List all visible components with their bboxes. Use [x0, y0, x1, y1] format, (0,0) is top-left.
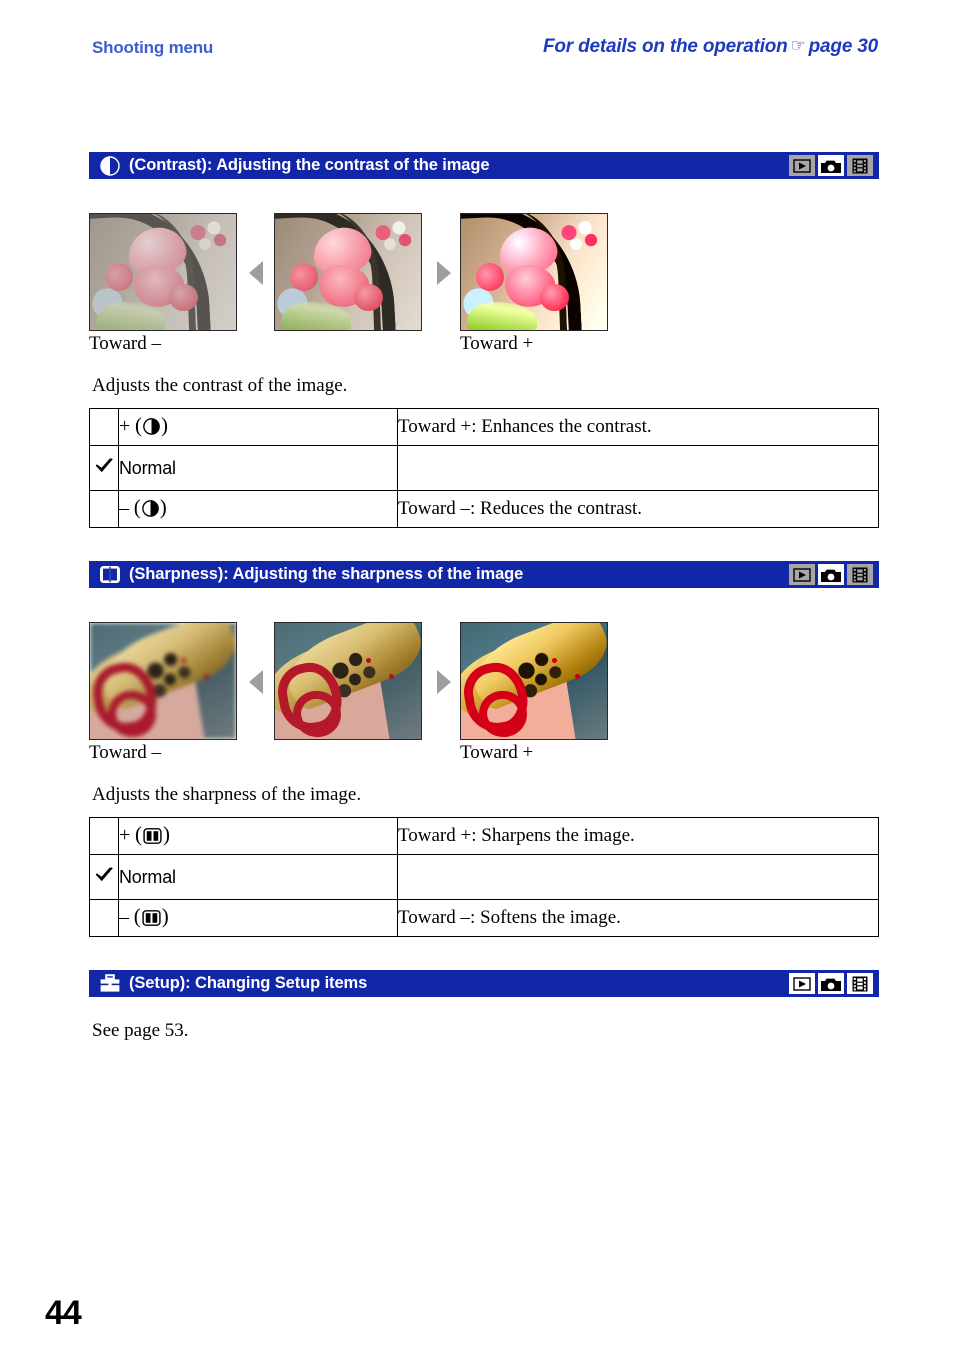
table-row: + () Toward +: Enhances the contrast. [89, 408, 879, 446]
thumbnail-contrast-minus [89, 213, 237, 331]
playback-mode-icon [789, 973, 815, 994]
running-head-right-post: page 30 [808, 36, 879, 57]
playback-mode-icon [789, 155, 815, 176]
sharpness-icon [99, 564, 121, 586]
playback-mode-icon [789, 564, 815, 585]
running-head-right-pre: For details on the operation [543, 36, 788, 57]
thumbnail-row-sharpness [89, 622, 879, 740]
option-label-normal: Normal [118, 445, 398, 491]
checkmark-icon [95, 867, 113, 882]
paren-close: ) [159, 495, 167, 519]
running-head-left: Shooting menu [92, 38, 214, 57]
check-cell-default [89, 445, 119, 491]
option-label-minus: – () [118, 490, 398, 528]
plus-sign: + [119, 415, 131, 437]
section-title-contrast: (Contrast): Adjusting the contrast of th… [129, 156, 490, 174]
mode-icons-contrast [789, 155, 873, 176]
option-label-normal: Normal [118, 854, 398, 900]
thumbnail-sharpness-normal [274, 622, 422, 740]
option-label-plus: + () [118, 408, 398, 446]
mode-icons-setup [789, 973, 873, 994]
options-table-sharpness: + () Toward +: Sharpens the image. Norma… [89, 817, 879, 937]
movie-mode-icon [847, 155, 873, 176]
option-desc-normal [397, 854, 879, 900]
section-header-contrast: (Contrast): Adjusting the contrast of th… [89, 152, 879, 179]
option-label-minus: – () [118, 899, 398, 937]
option-desc-plus: Toward +: Sharpens the image. [397, 817, 879, 855]
check-cell [89, 408, 119, 446]
minus-sign: – [119, 497, 129, 519]
thumbnail-contrast-plus [460, 213, 608, 331]
running-head-right: For details on the operation ☞ page 30 [543, 36, 878, 58]
minus-sign: – [119, 906, 129, 928]
caption-sharpness-minus: Toward – [89, 742, 162, 763]
check-cell [89, 490, 119, 528]
paren-open: ( [135, 822, 143, 846]
contrast-icon [99, 155, 121, 177]
page-number: 44 [45, 1294, 82, 1332]
table-row: Normal [89, 854, 879, 900]
check-cell-default [89, 854, 119, 900]
option-desc-plus: Toward +: Enhances the contrast. [397, 408, 879, 446]
thumbnail-row-contrast [89, 213, 879, 331]
options-table-contrast: + () Toward +: Enhances the contrast. No… [89, 408, 879, 528]
thumbnail-sharpness-plus [460, 622, 608, 740]
option-desc-minus: Toward –: Softens the image. [397, 899, 879, 937]
paren-close: ) [161, 904, 169, 928]
option-desc-minus: Toward –: Reduces the contrast. [397, 490, 879, 528]
movie-mode-icon [847, 973, 873, 994]
section-header-sharpness: (Sharpness): Adjusting the sharpness of … [89, 561, 879, 588]
sharpness-icon [142, 910, 161, 932]
paren-close: ) [161, 413, 169, 437]
table-row: – () Toward –: Reduces the contrast. [89, 490, 879, 528]
camera-mode-icon [818, 564, 844, 585]
table-row: Normal [89, 445, 879, 491]
arrow-right-icon-contrast [437, 261, 451, 285]
arrow-left-icon-contrast [249, 261, 263, 285]
arrow-right-icon-sharpness [437, 670, 451, 694]
paren-open: ( [133, 904, 141, 928]
caption-contrast-plus: Toward + [460, 333, 534, 354]
checkmark-icon [95, 458, 113, 473]
option-desc-normal [397, 445, 879, 491]
mode-icons-sharpness [789, 564, 873, 585]
thumbnail-sharpness-minus [89, 622, 237, 740]
check-cell [89, 899, 119, 937]
table-row: + () Toward +: Sharpens the image. [89, 817, 879, 855]
arrow-left-icon-sharpness [249, 670, 263, 694]
plus-sign: + [119, 824, 131, 846]
table-row: – () Toward –: Softens the image. [89, 899, 879, 937]
section-title-sharpness: (Sharpness): Adjusting the sharpness of … [129, 565, 524, 583]
caption-sharpness-plus: Toward + [460, 742, 534, 763]
check-cell [89, 817, 119, 855]
running-head: Shooting menu For details on the operati… [0, 36, 954, 68]
caption-contrast-minus: Toward – [89, 333, 162, 354]
thumbnail-contrast-normal [274, 213, 422, 331]
sharpness-icon [143, 828, 162, 850]
description-sharpness: Adjusts the sharpness of the image. [92, 784, 362, 805]
description-contrast: Adjusts the contrast of the image. [92, 375, 348, 396]
description-setup: See page 53. [92, 1020, 189, 1041]
camera-mode-icon [818, 973, 844, 994]
option-label-plus: + () [118, 817, 398, 855]
pointing-hand-icon: ☞ [790, 36, 806, 55]
paren-open: ( [133, 495, 141, 519]
contrast-icon [143, 418, 160, 441]
movie-mode-icon [847, 564, 873, 585]
section-title-setup: (Setup): Changing Setup items [129, 974, 368, 992]
contrast-icon [141, 500, 159, 523]
camera-mode-icon [818, 155, 844, 176]
toolbox-icon [99, 973, 121, 995]
section-header-setup: (Setup): Changing Setup items [89, 970, 879, 997]
paren-open: ( [135, 413, 143, 437]
paren-close: ) [163, 822, 171, 846]
